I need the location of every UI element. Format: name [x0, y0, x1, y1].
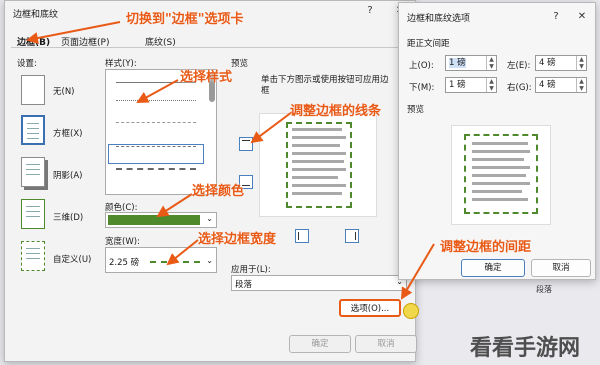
arrow-switch-tab [26, 21, 121, 44]
arrow-adjust-line [250, 111, 293, 144]
annotation-select-style: 选择样式 [180, 70, 233, 85]
annotation-switch-tab: 切换到"边框"选项卡 [126, 12, 244, 27]
arrow-select-width [166, 239, 199, 266]
annotation-select-color: 选择颜色 [192, 184, 245, 199]
annotation-adjust-line: 调整边框的线条 [290, 104, 382, 119]
watermark: 看看手游网 [470, 336, 581, 361]
arrow-select-color [156, 193, 193, 218]
arrow-select-style [136, 79, 179, 103]
annotation-adjust-spacing: 调整边框的间距 [440, 240, 532, 255]
annotation-select-width: 选择边框宽度 [198, 232, 277, 247]
arrow-adjust-spacing [400, 243, 435, 300]
annotation-arrows [26, 21, 435, 300]
